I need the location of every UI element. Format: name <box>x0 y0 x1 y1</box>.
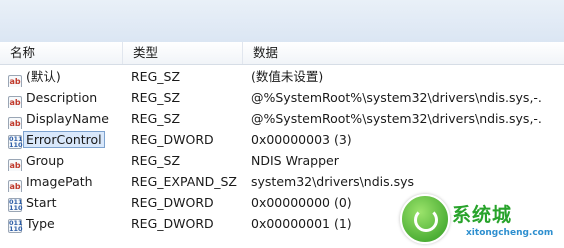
value-name: ImagePath <box>26 174 93 189</box>
value-name: Start <box>26 195 57 210</box>
value-type-cell: REG_EXPAND_SZ <box>131 174 237 189</box>
value-data-cell: 0x00000003 (3) <box>251 132 352 147</box>
watermark-text: 系统城 <box>452 204 513 226</box>
binary-value-icon: 011 110 <box>8 135 23 149</box>
site-watermark: 系统城 xitongcheng.com <box>400 188 564 248</box>
string-value-icon: ab <box>8 75 22 87</box>
value-name-cell: ab Group <box>8 150 126 171</box>
table-row[interactable]: 011 110 ErrorControl REG_DWORD 0x00000003 (… <box>0 129 564 150</box>
value-data-cell: @%SystemRoot%\system32\drivers\ndis.sys,… <box>251 111 541 126</box>
binary-value-icon: 011 110 <box>8 219 23 233</box>
value-name-cell: ab ImagePath <box>8 171 126 192</box>
string-value-icon: ab <box>8 180 22 192</box>
value-name: Type <box>26 216 55 231</box>
watermark-logo-icon <box>400 194 450 244</box>
value-type-cell: REG_DWORD <box>131 132 214 147</box>
table-row[interactable]: ab (默认) REG_SZ (数值未设置) <box>0 66 564 87</box>
value-name: DisplayName <box>26 111 109 126</box>
value-name: ErrorControl <box>23 131 105 148</box>
value-type-cell: REG_SZ <box>131 111 181 126</box>
string-value-icon: ab <box>8 96 22 108</box>
value-type-cell: REG_SZ <box>131 69 181 84</box>
value-name: (默认) <box>26 69 61 84</box>
value-name-cell: 011 110 Type <box>8 213 126 234</box>
value-name-cell: 011 110 Start <box>8 192 126 213</box>
value-type-cell: REG_DWORD <box>131 195 214 210</box>
window-top-bar <box>0 0 564 43</box>
value-type-cell: REG_SZ <box>131 90 181 105</box>
table-row[interactable]: ab DisplayName REG_SZ @%SystemRoot%\system3… <box>0 108 564 129</box>
binary-value-icon: 011 110 <box>8 198 23 212</box>
string-value-icon: ab <box>8 117 22 129</box>
value-type-cell: REG_DWORD <box>131 216 214 231</box>
value-name: Group <box>26 153 65 168</box>
value-name-cell: ab (默认) <box>8 66 126 87</box>
value-name: Description <box>26 90 98 105</box>
column-header-name[interactable]: 名称 <box>0 42 123 64</box>
watermark-url: xitongcheng.com <box>466 228 554 238</box>
table-row[interactable]: ab Description REG_SZ @%SystemRoot%\system3… <box>0 87 564 108</box>
value-data-cell: NDIS Wrapper <box>251 153 339 168</box>
list-header: 名称 类型 数据 <box>0 42 564 65</box>
value-name-cell: 011 110 ErrorControl <box>8 129 126 150</box>
string-value-icon: ab <box>8 159 22 171</box>
value-type-cell: REG_SZ <box>131 153 181 168</box>
value-data-cell: (数值未设置) <box>251 69 324 84</box>
table-row[interactable]: ab Group REG_SZ NDIS Wrapper <box>0 150 564 171</box>
value-data-cell: @%SystemRoot%\system32\drivers\ndis.sys,… <box>251 90 541 105</box>
value-name-cell: ab Description <box>8 87 126 108</box>
column-header-data[interactable]: 数据 <box>243 42 564 64</box>
column-header-type[interactable]: 类型 <box>123 42 243 64</box>
value-name-cell: ab DisplayName <box>8 108 126 129</box>
